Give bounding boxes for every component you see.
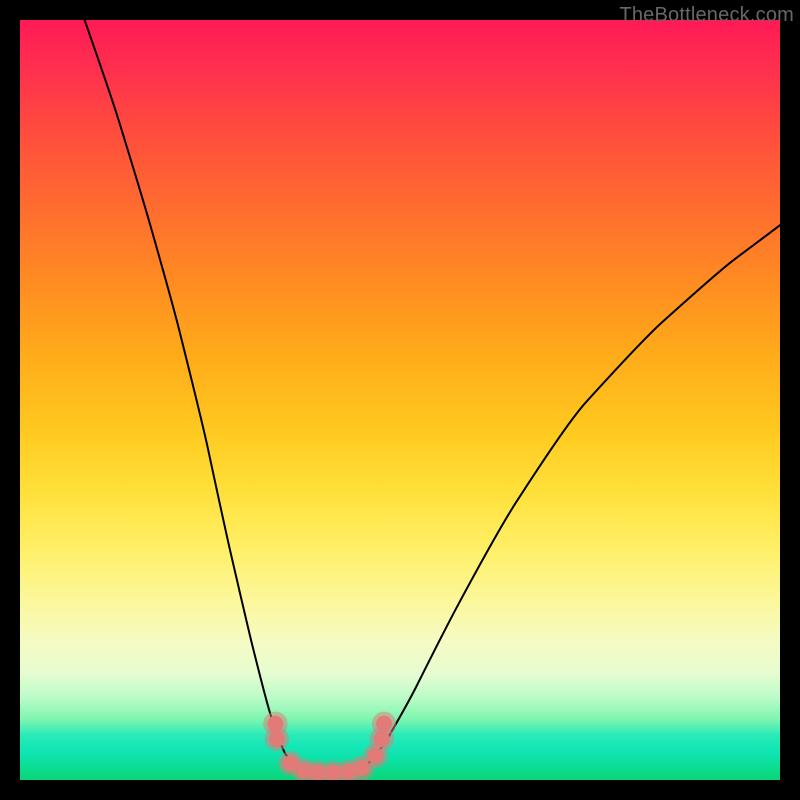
- watermark-text: TheBottleneck.com: [619, 4, 794, 27]
- plot-frame: [20, 20, 780, 780]
- marker-dots: [20, 20, 780, 780]
